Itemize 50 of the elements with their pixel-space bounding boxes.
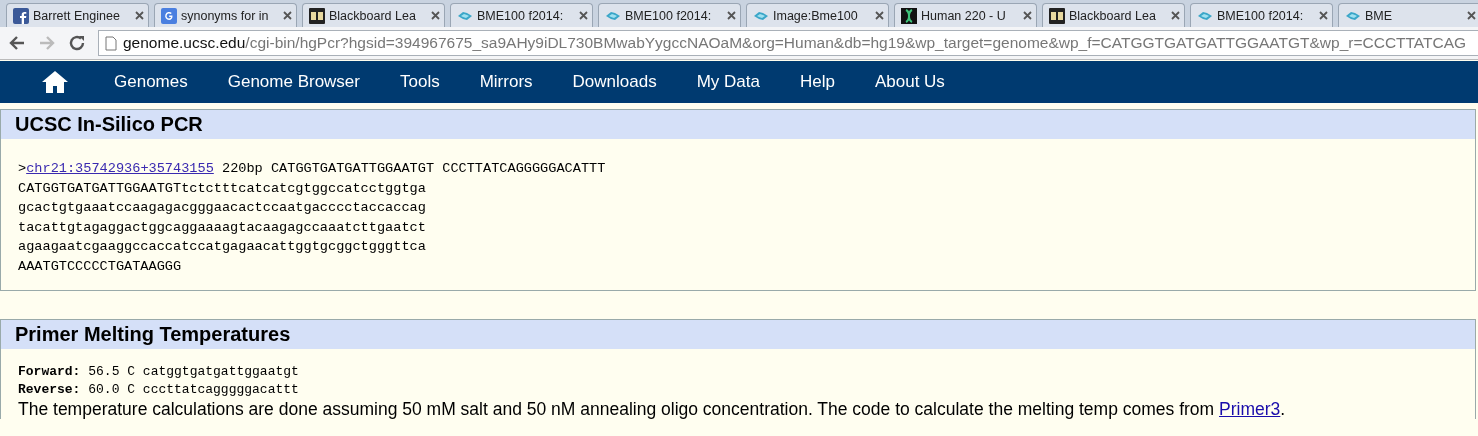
browser-tab[interactable]: Blackboard Lea xyxy=(1042,3,1185,27)
nav-link[interactable]: Downloads xyxy=(572,72,657,92)
close-icon[interactable] xyxy=(1319,11,1328,20)
section-title: Primer Melting Temperatures xyxy=(1,320,1475,349)
browser-tab[interactable]: Image:Bme100 xyxy=(746,3,889,27)
back-icon[interactable] xyxy=(8,34,26,52)
blackboard-icon xyxy=(1049,7,1065,24)
browser-tab[interactable]: Human 220 - U xyxy=(894,3,1037,27)
close-icon[interactable] xyxy=(875,11,884,20)
close-icon[interactable] xyxy=(1467,11,1476,20)
browser-tab[interactable]: synonyms for in xyxy=(154,3,297,27)
nav-link[interactable]: Genomes xyxy=(114,72,188,92)
browser-tab[interactable]: Blackboard Lea xyxy=(302,3,445,27)
browser-tab[interactable]: BME100 f2014: xyxy=(1190,3,1333,27)
close-icon[interactable] xyxy=(1023,11,1032,20)
close-icon[interactable] xyxy=(283,11,292,20)
nav-link[interactable]: Mirrors xyxy=(479,72,533,92)
sequence-header: >chr21:35742936+35743155 220bp CATGGTGATGATTGGAATGT CCCTTATCAGGGGGACATTT xyxy=(18,161,606,176)
sequence-line: gcactgtgaaatccaagagacgggaacactccaatgacccctaccaccag xyxy=(18,200,426,215)
reload-icon[interactable] xyxy=(68,34,86,52)
page-icon xyxy=(105,35,117,51)
google-icon xyxy=(161,7,177,24)
note-text: The temperature calculations are done assuming 50 mM salt and 50 nM annealing oligo concentration. The code to calculate the melting temp comes from Primer3. xyxy=(17,399,1287,419)
primer-line: Forward: 56.5 C catggtgatgattggaatgt xyxy=(18,363,300,381)
section-title: UCSC In-Silico PCR xyxy=(1,110,1475,139)
browser-tab[interactable]: Barrett Enginee xyxy=(6,3,149,27)
sequence-line: agaagaatcgaaggccaccatccatgagaacattggtgcggctgggttca xyxy=(18,239,426,254)
close-icon[interactable] xyxy=(727,11,736,20)
sequence-line: AAATGTCCCCCTGATAAGGG xyxy=(18,258,182,274)
nav-link[interactable]: Help xyxy=(799,72,835,92)
sequence-line: CATGGTGATGATTGGAATGTtctctttcatcatcgtggccatcctggtga xyxy=(18,180,426,196)
close-icon[interactable] xyxy=(579,11,588,20)
sequence-line: tacattgtagaggactggcaggaaaagtacaagagccaaatcttgaatct xyxy=(18,219,426,235)
close-icon[interactable] xyxy=(135,11,144,20)
home-icon[interactable] xyxy=(40,69,70,95)
primer3-link[interactable]: Primer3 xyxy=(1219,399,1281,419)
facebook-icon xyxy=(13,7,29,24)
primer-line: Reverse: 60.0 C cccttatcagggggacattt xyxy=(18,381,300,399)
address-field[interactable]: genome.ucsc.edu/cgi-bin/hgPcr?hgsid=394967675_sa9AHy9iDL730BMwabYygccNAOaM&org=Human&db=hg19&wp_target=genome&wp_f=CATGGTGATGATTGGAATGT&wp_r=CCCTTATCAG xyxy=(98,30,1478,56)
nav-link[interactable]: About Us xyxy=(874,72,945,92)
browser-tab[interactable]: BME xyxy=(1338,3,1478,27)
blackboard-icon xyxy=(309,7,325,24)
nav-link[interactable]: My Data xyxy=(696,72,760,92)
browser-tab[interactable]: BME100 f2014: xyxy=(598,3,741,27)
nav-link[interactable]: Tools xyxy=(400,72,440,92)
close-icon[interactable] xyxy=(431,11,440,20)
close-icon[interactable] xyxy=(1171,11,1180,20)
position-link[interactable]: chr21:35742936+35743155 xyxy=(26,161,214,176)
nav-link[interactable]: Genome Browser xyxy=(227,72,360,92)
browser-tab[interactable]: BME100 f2014: xyxy=(450,3,593,27)
